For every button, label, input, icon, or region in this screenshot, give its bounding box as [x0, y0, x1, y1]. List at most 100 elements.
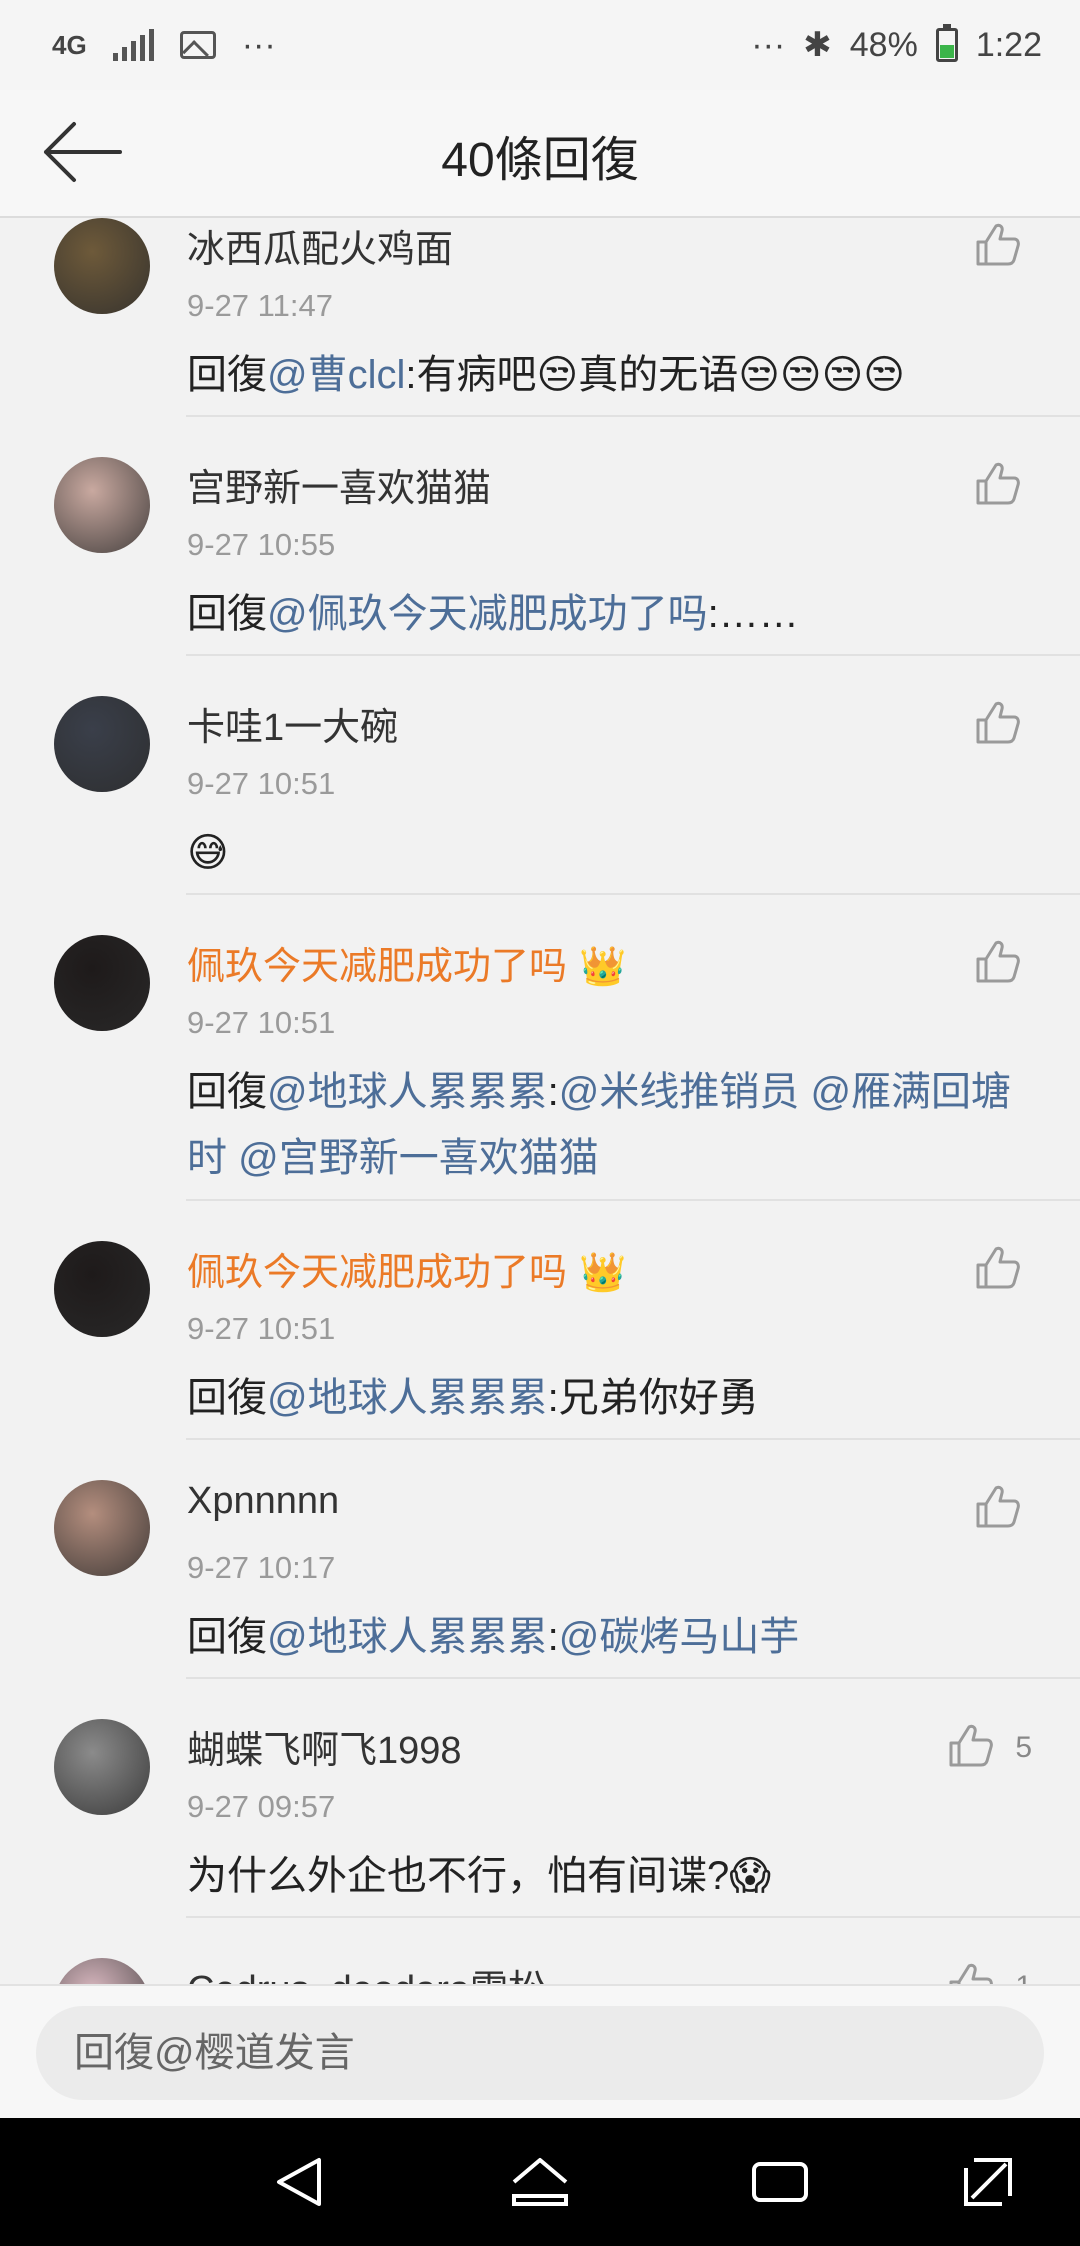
comment-list[interactable]: 冰西瓜配火鸡面 9-27 11:47 回復@曹clcl:有病吧😒真的无语😒😒😒😒 宫野… [0, 218, 1080, 1984]
thumbs-up-icon [974, 939, 1020, 988]
thumbs-up-icon [974, 1245, 1020, 1294]
comment-text: 回復 [187, 1070, 267, 1114]
commenter-name-text: 佩玖今天减肥成功了吗 [187, 946, 568, 988]
commenter-name[interactable]: 卡哇1一大碗 [187, 696, 398, 751]
comment-text: 回復 [187, 1376, 267, 1420]
like-button[interactable] [974, 222, 1020, 271]
comment-item[interactable]: Cedrus_deodara雪松 1 [0, 1918, 1080, 1984]
comment-time: 9-27 09:57 [187, 1789, 336, 1824]
like-button[interactable] [974, 700, 1020, 749]
comment-body: 回復@曹clcl:有病吧😒真的无语😒😒😒😒 [187, 342, 1020, 408]
crown-icon: 👑 [579, 946, 627, 988]
comment-body: 回復@地球人累累累:兄弟你好勇 [187, 1365, 1020, 1431]
status-right: ··· ✱ 48% 1:22 [751, 24, 1042, 65]
like-button[interactable] [974, 461, 1020, 510]
clock: 1:22 [975, 25, 1042, 64]
commenter-name-text: Xpnnnnn [187, 1480, 340, 1522]
comment-item[interactable]: Xpnnnnn 9-27 10:17 回復@地球人累累累:@碳烤马山芋 [0, 1440, 1080, 1679]
like-count: 5 [1015, 1730, 1032, 1764]
expand-icon[interactable] [954, 2148, 1022, 2216]
thumbs-up-icon [947, 1962, 994, 1984]
like-button[interactable]: 1 [947, 1962, 1032, 1984]
commenter-name-text: 宫野新一喜欢猫猫 [187, 468, 492, 510]
commenter-name-text: 佩玖今天减肥成功了吗 [187, 1252, 568, 1294]
like-button[interactable] [974, 1245, 1020, 1294]
comment-time: 9-27 10:17 [187, 1550, 336, 1585]
avatar[interactable] [54, 457, 150, 553]
image-icon [179, 31, 216, 59]
comment-time: 9-27 10:51 [187, 766, 336, 801]
battery-percent: 48% [849, 25, 918, 64]
more-notifications-icon: ··· [241, 25, 276, 64]
mention-link[interactable]: @地球人累累累 [267, 1070, 548, 1114]
comment-text: 😅 [187, 831, 229, 875]
comment-list-inner: 冰西瓜配火鸡面 9-27 11:47 回復@曹clcl:有病吧😒真的无语😒😒😒😒 宫野… [0, 218, 1080, 1984]
comment-body: 为什么外企也不行，怕有间谍?😱 [187, 1843, 1020, 1909]
commenter-name[interactable]: 冰西瓜配火鸡面 [187, 218, 453, 273]
comment-text: 回復 [187, 1615, 267, 1659]
thumbs-up-icon [974, 1484, 1020, 1533]
like-button[interactable] [974, 1484, 1020, 1533]
comment-item[interactable]: 冰西瓜配火鸡面 9-27 11:47 回復@曹clcl:有病吧😒真的无语😒😒😒😒 [0, 218, 1080, 417]
comment-time: 9-27 10:55 [187, 527, 336, 562]
commenter-name[interactable]: Cedrus_deodara雪松 [187, 1958, 546, 1984]
navigation-bar [0, 2118, 1080, 2246]
reply-input[interactable]: 回復@樱道发言 [36, 2006, 1044, 2100]
comment-body: 回復@佩玖今天减肥成功了吗:…… [187, 581, 1020, 647]
mention-link[interactable]: @曹clcl [267, 353, 405, 397]
comment-text: :有病吧😒真的无语😒😒😒😒 [405, 353, 905, 397]
bluetooth-icon: ✱ [803, 26, 832, 64]
mention-link[interactable]: @地球人累累累 [267, 1376, 548, 1420]
thumbs-up-icon [974, 700, 1020, 749]
comment-text: : [547, 1615, 559, 1659]
avatar[interactable] [54, 1241, 150, 1337]
crown-icon: 👑 [579, 1252, 627, 1294]
commenter-name[interactable]: 佩玖今天减肥成功了吗 👑 [187, 935, 626, 990]
comment-body: 回復@地球人累累累:@米线推销员 @雁满回塘时 @宫野新一喜欢猫猫 [187, 1059, 1020, 1191]
commenter-name-text: Cedrus_deodara雪松 [187, 1969, 546, 1984]
comment-text: 回復 [187, 353, 267, 397]
network-indicator: 4G [52, 29, 87, 60]
like-count: 1 [1015, 1970, 1032, 1985]
comment-text: 回復 [187, 592, 267, 636]
comment-body: 回復@地球人累累累:@碳烤马山芋 [187, 1604, 1020, 1670]
avatar[interactable] [54, 696, 150, 792]
avatar[interactable] [54, 1480, 150, 1576]
commenter-name[interactable]: 蝴蝶飞啊飞1998 [187, 1719, 462, 1774]
comment-item[interactable]: 佩玖今天减肥成功了吗 👑 9-27 10:51 回復@地球人累累累:兄弟你好勇 [0, 1201, 1080, 1440]
like-button[interactable] [974, 939, 1020, 988]
comment-body: 😅 [187, 820, 1020, 886]
page-title: 40條回復 [441, 134, 639, 187]
avatar[interactable] [54, 218, 150, 314]
signal-icon [112, 29, 154, 61]
avatar[interactable] [54, 1958, 150, 1984]
comment-text: 为什么外企也不行，怕有间谍?😱 [187, 1854, 771, 1898]
triangle-back-icon[interactable] [265, 2148, 333, 2216]
thumbs-up-icon [947, 1723, 994, 1772]
commenter-name[interactable]: 佩玖今天减肥成功了吗 👑 [187, 1241, 626, 1296]
avatar[interactable] [54, 1719, 150, 1815]
commenter-name-text: 卡哇1一大碗 [187, 707, 399, 749]
battery-icon [935, 24, 958, 62]
status-bar: 4G ··· ··· ✱ 48% 1:22 [0, 0, 1080, 90]
comment-item[interactable]: 蝴蝶飞啊飞1998 9-27 09:57 为什么外企也不行，怕有间谍?😱 5 [0, 1679, 1080, 1918]
commenter-name[interactable]: 宫野新一喜欢猫猫 [187, 457, 491, 512]
like-button[interactable]: 5 [947, 1723, 1032, 1772]
comment-text: : [547, 1070, 559, 1114]
comment-item[interactable]: 佩玖今天减肥成功了吗 👑 9-27 10:51 回復@地球人累累累:@米线推销员 @雁… [0, 895, 1080, 1201]
comment-item[interactable]: 宫野新一喜欢猫猫 9-27 10:55 回復@佩玖今天减肥成功了吗:…… [0, 417, 1080, 656]
comment-text: :…… [707, 592, 799, 636]
more-icon: ··· [751, 25, 786, 64]
mention-link[interactable]: @佩玖今天减肥成功了吗 [267, 592, 708, 636]
status-left: 4G ··· [52, 26, 276, 65]
recent-apps-icon[interactable] [746, 2148, 814, 2216]
avatar[interactable] [54, 935, 150, 1031]
comment-item[interactable]: 卡哇1一大碗 9-27 10:51 😅 [0, 656, 1080, 895]
commenter-name-text: 冰西瓜配火鸡面 [187, 229, 454, 271]
mention-link[interactable]: @地球人累累累 [267, 1615, 548, 1659]
mention-link[interactable]: @碳烤马山芋 [559, 1615, 800, 1659]
commenter-name[interactable]: Xpnnnnn [187, 1480, 339, 1523]
home-icon[interactable] [506, 2148, 574, 2216]
comment-time: 9-27 10:51 [187, 1005, 336, 1040]
comment-time: 9-27 11:47 [187, 288, 333, 323]
